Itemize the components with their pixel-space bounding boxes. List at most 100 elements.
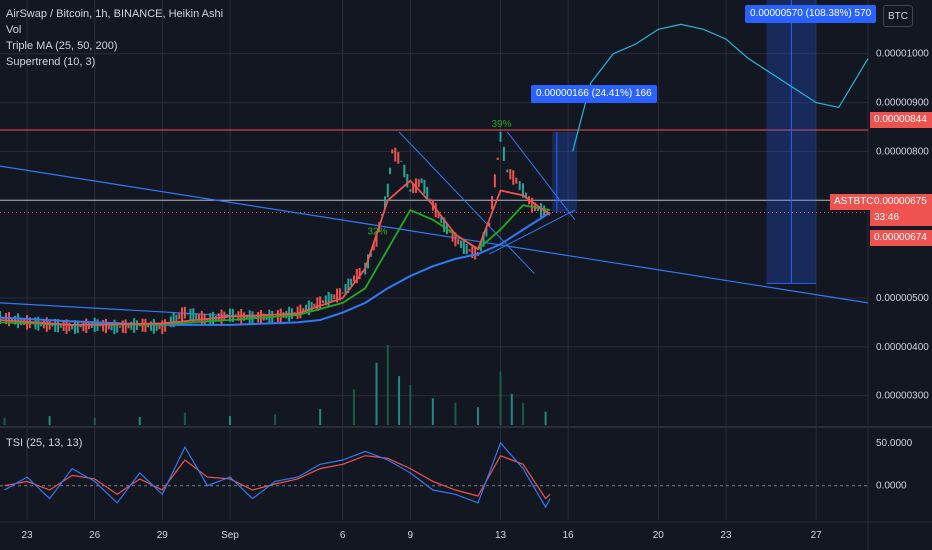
price-candle bbox=[200, 310, 203, 326]
price-candle bbox=[394, 147, 397, 162]
volume-bar bbox=[138, 417, 141, 425]
volume-bar bbox=[522, 402, 525, 425]
volume-bar bbox=[386, 345, 389, 425]
chart-legend: AirSwap / Bitcoin, 1h, BINANCE, Heikin A… bbox=[6, 6, 223, 70]
price-candle bbox=[491, 196, 494, 210]
time-tick-label: 16 bbox=[563, 530, 575, 541]
price-candle bbox=[417, 179, 420, 188]
price-candle bbox=[423, 179, 426, 194]
volume-bar bbox=[228, 416, 231, 425]
price-candle bbox=[352, 275, 355, 282]
price-candle bbox=[133, 318, 136, 333]
measure-box-short[interactable] bbox=[552, 131, 578, 213]
price-candle bbox=[104, 318, 107, 334]
price-candle bbox=[506, 169, 509, 173]
price-candle bbox=[124, 319, 127, 334]
price-tick-label: 0.00001000 bbox=[876, 49, 929, 60]
volume-bar bbox=[398, 376, 401, 425]
price-candle bbox=[299, 304, 302, 319]
currency-button[interactable]: BTC bbox=[883, 5, 913, 27]
tsi-tick-label: 0.0000 bbox=[876, 481, 907, 492]
price-candle bbox=[462, 239, 465, 254]
price-candle bbox=[319, 296, 322, 310]
price-candle bbox=[8, 312, 11, 327]
price-candle bbox=[144, 318, 147, 333]
price-candle bbox=[386, 183, 389, 198]
volume-bar bbox=[454, 402, 457, 425]
price-countdown: 33:46 bbox=[870, 210, 932, 226]
price-tick-label: 0.00000800 bbox=[876, 146, 929, 157]
time-tick-label: 20 bbox=[653, 530, 665, 541]
price-candle bbox=[512, 170, 515, 185]
volume-bar bbox=[183, 412, 186, 425]
price-candle bbox=[119, 326, 122, 328]
time-tick-label: 13 bbox=[495, 530, 507, 541]
price-candle bbox=[181, 307, 184, 322]
volume-bar bbox=[499, 371, 502, 425]
time-tick-label: Sep bbox=[221, 530, 239, 541]
volume-bar bbox=[375, 362, 378, 425]
price-tick-label: 0.00000400 bbox=[876, 342, 929, 353]
price-tag-current: 0.00000675 bbox=[870, 194, 932, 210]
tsi-label: TSI (25, 13, 13) bbox=[6, 437, 83, 449]
price-candle bbox=[409, 189, 412, 192]
measure-label-long[interactable]: 0.00000570 (108.38%) 570 bbox=[745, 5, 877, 23]
price-candle bbox=[496, 157, 499, 160]
price-candle bbox=[460, 240, 463, 249]
price-candle bbox=[493, 174, 496, 188]
price-candle bbox=[71, 325, 74, 330]
volume-bar bbox=[431, 398, 434, 425]
price-candle bbox=[499, 131, 502, 142]
peak-label-1: 32% bbox=[367, 226, 387, 237]
price-candle bbox=[341, 292, 344, 294]
time-tick-label: 29 bbox=[157, 530, 169, 541]
price-candle bbox=[350, 278, 353, 286]
price-candle bbox=[531, 197, 534, 213]
price-candle bbox=[333, 294, 336, 300]
price-candle bbox=[515, 177, 518, 184]
supertrend-label: Supertrend (10, 3) bbox=[6, 56, 96, 68]
volume-bar bbox=[319, 409, 322, 425]
price-candle bbox=[420, 178, 423, 184]
symbol-title: AirSwap / Bitcoin, 1h, BINANCE, Heikin A… bbox=[6, 8, 224, 20]
price-axis-panel bbox=[868, 0, 932, 550]
price-candle bbox=[429, 198, 432, 200]
price-candle bbox=[152, 319, 155, 334]
triple-ma-label: Triple MA (25, 50, 200) bbox=[6, 40, 118, 52]
price-tick-label: 0.00000300 bbox=[876, 391, 929, 402]
time-tick-label: 23 bbox=[720, 530, 732, 541]
time-tick-label: 26 bbox=[89, 530, 101, 541]
chart-canvas[interactable]: 0.000010000.000009000.000008000.00000700… bbox=[0, 0, 932, 550]
price-candle bbox=[327, 291, 330, 307]
vol-indicator-label: Vol bbox=[6, 24, 22, 36]
price-candle bbox=[502, 146, 505, 161]
price-candle bbox=[406, 174, 409, 188]
price-candle bbox=[465, 244, 468, 255]
volume-bar bbox=[476, 407, 479, 425]
price-candle bbox=[183, 306, 186, 319]
price-candle bbox=[403, 164, 406, 178]
price-candle bbox=[62, 321, 65, 332]
price-candle bbox=[195, 313, 198, 320]
tsi-tick-label: 50.0000 bbox=[876, 438, 913, 449]
time-tick-label: 9 bbox=[408, 530, 414, 541]
volume-bar bbox=[3, 417, 6, 425]
price-candle bbox=[509, 169, 512, 180]
measure-label-short[interactable]: 0.00000166 (24.41%) 166 bbox=[531, 85, 657, 103]
price-candle bbox=[391, 149, 394, 154]
volume-bar bbox=[274, 414, 277, 425]
price-candle bbox=[518, 181, 521, 191]
price-candle bbox=[468, 249, 471, 252]
time-tick-label: 27 bbox=[811, 530, 823, 541]
volume-bar bbox=[48, 416, 51, 425]
price-candle bbox=[389, 167, 392, 175]
peak-label-2: 39% bbox=[491, 119, 511, 130]
price-candle bbox=[321, 300, 324, 303]
price-candle bbox=[540, 202, 543, 218]
price-candle bbox=[186, 313, 189, 315]
price-candle bbox=[189, 308, 192, 321]
price-candle bbox=[457, 239, 460, 245]
price-candle bbox=[175, 314, 178, 322]
price-candle bbox=[400, 160, 403, 162]
price-tick-label: 0.00000500 bbox=[876, 293, 929, 304]
